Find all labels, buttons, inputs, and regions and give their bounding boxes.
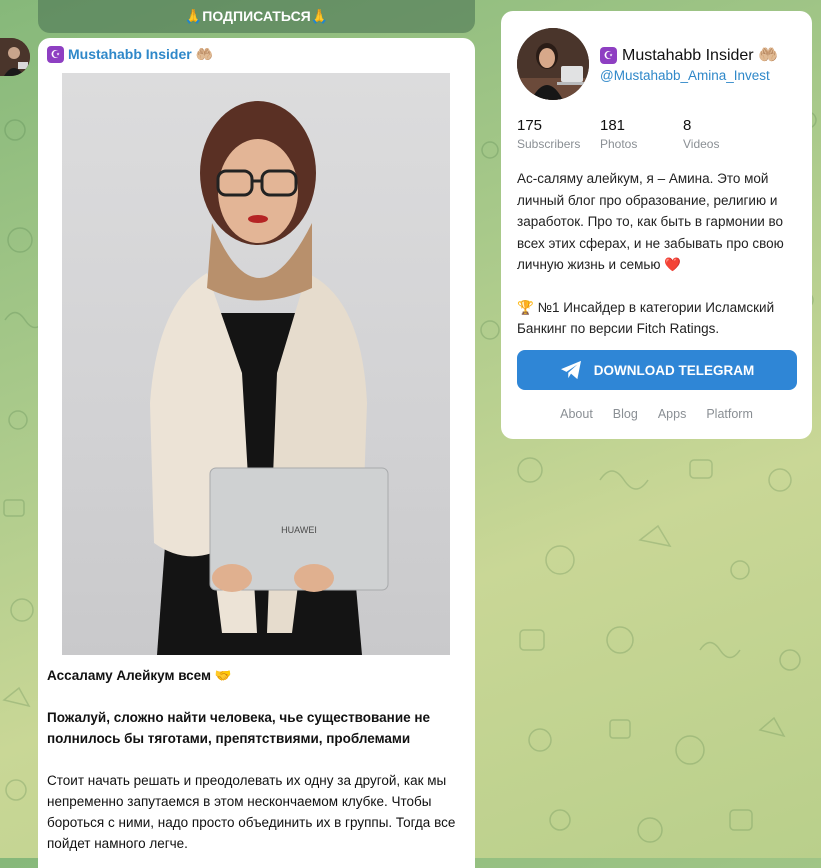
stat-label: Videos [683,137,720,151]
link-blog[interactable]: Blog [613,407,638,421]
stat-subscribers: 175 Subscribers [517,117,600,151]
post-paragraph-bold: Пожалуй, сложно найти человека, чье суще… [47,710,431,746]
post-channel-name[interactable]: Mustahabb Insider 🤲🏼 [68,46,213,63]
link-platform[interactable]: Platform [706,407,753,421]
stat-value: 8 [683,117,692,134]
link-apps[interactable]: Apps [658,407,687,421]
channel-description-intro: Ас-саляму алейкум, я – Амина. Это мой ли… [517,171,784,272]
channel-description-award: 🏆 №1 Инсайдер в категории Исламский Банк… [517,299,775,337]
post-greeting: Ассаламу Алейкум всем 🤝 [47,668,232,683]
moon-badge-icon: ☪ [47,45,64,63]
download-telegram-button[interactable]: DOWNLOAD TELEGRAM [517,350,797,390]
post-photo[interactable]: HUAWEI [62,73,450,655]
stat-label: Photos [600,137,638,151]
post-channel-avatar[interactable] [0,38,30,76]
stat-photos: 181 Photos [600,117,683,151]
footer-links: About Blog Apps Platform [501,407,812,421]
stat-value: 181 [600,117,626,134]
laptop-brand-text: HUAWEI [281,525,317,535]
moon-badge-icon: ☪ [600,46,617,64]
channel-stats: 175 Subscribers 181 Photos 8 Videos [517,117,766,151]
link-about[interactable]: About [560,407,593,421]
channel-handle[interactable]: @Mustahabb_Amina_Invest [600,68,770,83]
channel-avatar [517,28,589,100]
post-paragraph: Стоит начать решать и преодолевать их од… [47,773,456,851]
channel-info-card: ☪ Mustahabb Insider 🤲🏼 @Mustahabb_Amina_… [501,11,812,439]
post-text: Ассаламу Алейкум всем 🤝 Пожалуй, сложно … [47,665,467,868]
subscribe-button[interactable]: 🙏ПОДПИСАТЬСЯ🙏 [38,0,475,33]
channel-description: Ас-саляму алейкум, я – Амина. Это мой ли… [517,168,802,361]
post-header[interactable]: ☪ Mustahabb Insider 🤲🏼 [47,44,213,64]
channel-name-text: Mustahabb Insider 🤲🏼 [622,47,778,64]
telegram-plane-icon [560,360,581,380]
stat-videos: 8 Videos [683,117,766,151]
stat-value: 175 [517,117,543,134]
channel-name: ☪ Mustahabb Insider 🤲🏼 [600,45,778,65]
stat-label: Subscribers [517,137,581,151]
channel-post: ☪ Mustahabb Insider 🤲🏼 HUAWEI Ассаламу А… [38,38,475,868]
download-telegram-label: DOWNLOAD TELEGRAM [593,362,755,378]
